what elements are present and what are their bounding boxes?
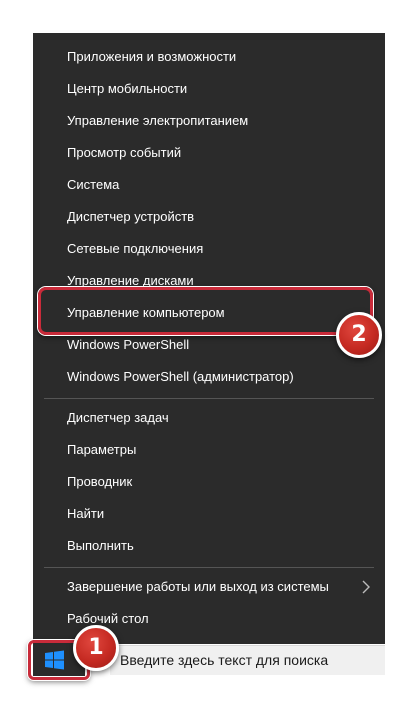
screenshot-stage: Приложения и возможности Центр мобильнос…	[0, 0, 416, 710]
menu-item-mobility-center[interactable]: Центр мобильности	[33, 73, 385, 105]
winx-context-menu: Приложения и возможности Центр мобильнос…	[33, 33, 385, 644]
menu-separator	[44, 567, 374, 568]
step-badge-2: 2	[336, 312, 382, 358]
menu-item-shutdown-label: Завершение работы или выход из системы	[67, 579, 329, 594]
step-badge-1: 1	[73, 625, 119, 671]
menu-item-apps-features[interactable]: Приложения и возможности	[33, 41, 385, 73]
menu-item-search[interactable]: Найти	[33, 498, 385, 530]
menu-item-event-viewer[interactable]: Просмотр событий	[33, 137, 385, 169]
highlight-frame-computer-management	[38, 287, 373, 335]
menu-item-settings[interactable]: Параметры	[33, 434, 385, 466]
menu-item-power-options[interactable]: Управление электропитанием	[33, 105, 385, 137]
menu-item-file-explorer[interactable]: Проводник	[33, 466, 385, 498]
menu-separator	[44, 398, 374, 399]
menu-item-network-connections[interactable]: Сетевые подключения	[33, 233, 385, 265]
menu-item-shutdown-signout[interactable]: Завершение работы или выход из системы	[33, 571, 385, 603]
menu-item-system[interactable]: Система	[33, 169, 385, 201]
chevron-right-icon	[362, 580, 370, 594]
menu-item-device-manager[interactable]: Диспетчер устройств	[33, 201, 385, 233]
taskbar-search-input[interactable]: Введите здесь текст для поиска	[110, 645, 385, 675]
menu-item-run[interactable]: Выполнить	[33, 530, 385, 562]
menu-item-powershell-admin[interactable]: Windows PowerShell (администратор)	[33, 361, 385, 393]
menu-item-task-manager[interactable]: Диспетчер задач	[33, 402, 385, 434]
